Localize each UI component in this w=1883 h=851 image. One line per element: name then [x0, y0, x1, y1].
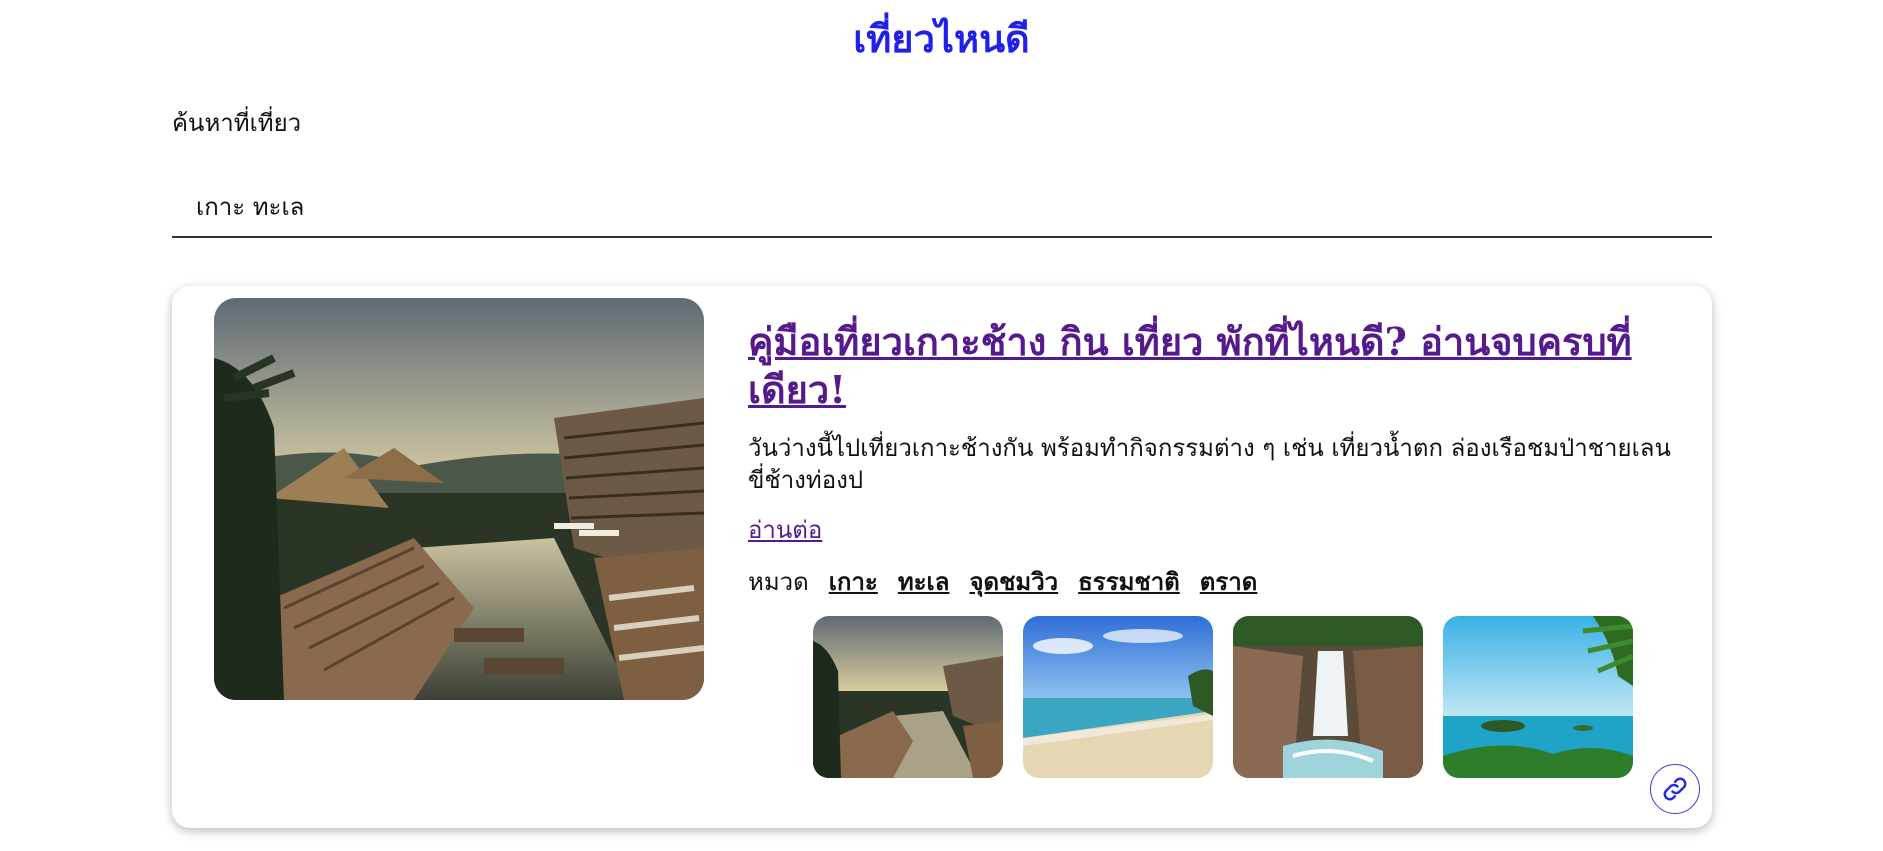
- resort-pool-photo: [214, 298, 704, 700]
- link-icon[interactable]: [1650, 764, 1700, 814]
- read-more-link[interactable]: อ่านต่อ: [748, 514, 822, 546]
- article-excerpt: วันว่างนี้ไปเที่ยวเกาะช้างกัน พร้อมทำกิจ…: [748, 434, 1671, 494]
- category-list: หมวด เกาะ ทะเล จุดชมวิว ธรรมชาติ ตราด: [748, 566, 1257, 598]
- search-label: ค้นหาที่เที่ยว: [172, 109, 302, 137]
- tag-link[interactable]: ทะเล: [898, 566, 950, 598]
- thumbnail-beach[interactable]: [1023, 616, 1213, 778]
- category-label: หมวด: [748, 568, 809, 596]
- thumbnail-gallery: [813, 616, 1633, 778]
- tag-link[interactable]: เกาะ: [829, 566, 878, 598]
- article-title-link[interactable]: คู่มือเที่ยวเกาะช้าง กิน เที่ยว พักที่ไห…: [748, 318, 1668, 414]
- tag-link[interactable]: ธรรมชาติ: [1078, 566, 1180, 598]
- tag-link[interactable]: จุดชมวิว: [969, 566, 1058, 598]
- thumbnail-resort[interactable]: [813, 616, 1003, 778]
- thumbnail-island-view[interactable]: [1443, 616, 1633, 778]
- tag-link[interactable]: ตราด: [1200, 566, 1258, 598]
- search-input[interactable]: [172, 176, 1712, 238]
- thumbnail-waterfall[interactable]: [1233, 616, 1423, 778]
- article-card: คู่มือเที่ยวเกาะช้าง กิน เที่ยว พักที่ไห…: [172, 286, 1712, 828]
- site-title: เที่ยวไหนดี: [853, 16, 1030, 61]
- hero-image: [214, 298, 704, 700]
